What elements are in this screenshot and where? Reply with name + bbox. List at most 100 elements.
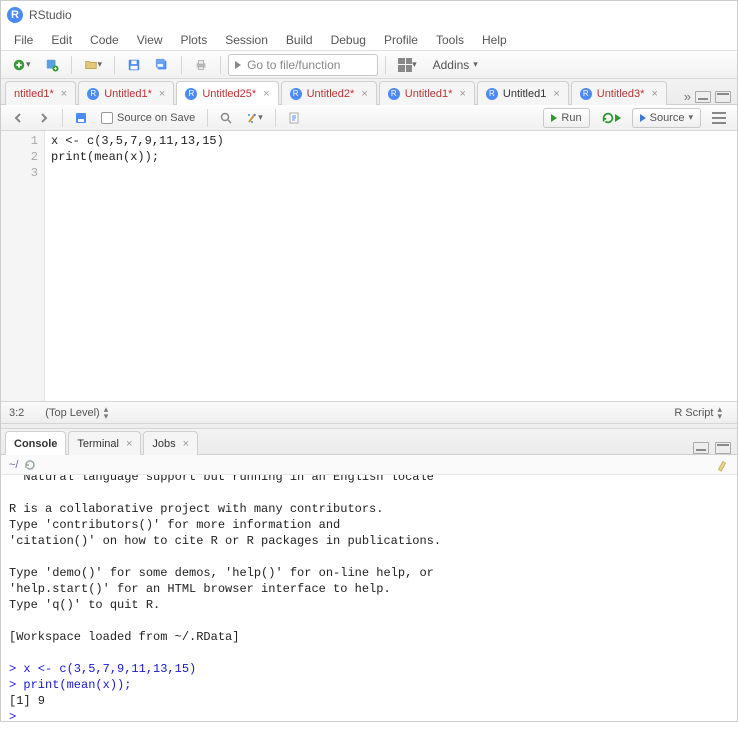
tab-label: Untitled1* bbox=[104, 88, 152, 100]
language-selector[interactable]: R Script ▴▾ bbox=[667, 402, 729, 424]
console-working-dir: ~/ bbox=[9, 459, 18, 471]
close-tab-icon[interactable]: × bbox=[263, 88, 269, 100]
rscript-file-icon: R bbox=[486, 88, 498, 100]
save-file-button[interactable] bbox=[70, 107, 92, 129]
rerun-arrow-icon bbox=[615, 114, 621, 122]
editor-toolbar: Source on Save ▾ Run Source ▾ bbox=[1, 105, 737, 131]
menu-file[interactable]: File bbox=[5, 31, 42, 49]
forward-button[interactable] bbox=[33, 107, 55, 129]
source-arrow-icon bbox=[640, 114, 646, 122]
editor-tab[interactable]: RUntitled1*× bbox=[379, 81, 475, 105]
menu-build[interactable]: Build bbox=[277, 31, 322, 49]
goto-arrow-icon bbox=[235, 61, 241, 69]
separator bbox=[71, 56, 72, 74]
run-arrow-icon bbox=[551, 114, 557, 122]
tab-label: Console bbox=[14, 438, 57, 450]
checkbox-icon bbox=[101, 112, 113, 124]
separator bbox=[207, 109, 208, 127]
tab-label: Untitled1 bbox=[503, 88, 546, 100]
window-titlebar: R RStudio bbox=[1, 1, 737, 29]
separator bbox=[385, 56, 386, 74]
bottom-tab-console[interactable]: Console bbox=[5, 431, 66, 455]
run-button[interactable]: Run bbox=[543, 108, 589, 128]
source-button[interactable]: Source ▾ bbox=[632, 108, 701, 128]
menu-edit[interactable]: Edit bbox=[42, 31, 81, 49]
new-project-button[interactable] bbox=[40, 54, 64, 76]
separator bbox=[181, 56, 182, 74]
close-tab-icon[interactable]: × bbox=[651, 88, 657, 100]
cursor-position: 3:2 bbox=[9, 407, 24, 419]
rscript-file-icon: R bbox=[87, 88, 99, 100]
menu-help[interactable]: Help bbox=[473, 31, 516, 49]
editor-tab[interactable]: R Untitled1* × bbox=[78, 81, 174, 105]
compile-report-button[interactable] bbox=[283, 107, 305, 129]
code-tools-button[interactable]: ▾ bbox=[241, 107, 268, 129]
save-all-button[interactable] bbox=[150, 54, 174, 76]
menu-tools[interactable]: Tools bbox=[427, 31, 473, 49]
close-tab-icon[interactable]: × bbox=[459, 88, 465, 100]
editor-status-bar: 3:2 (Top Level) ▴▾ R Script ▴▾ bbox=[1, 401, 737, 423]
bottom-tab-terminal[interactable]: Terminal × bbox=[68, 431, 141, 455]
new-file-button[interactable]: ▾ bbox=[7, 54, 36, 76]
main-toolbar: ▾ ▾ Go to file/function ▾ Addins ▾ bbox=[1, 51, 737, 79]
editor-tab[interactable]: R Untitled3* × bbox=[571, 81, 667, 105]
tab-label: ntitled1* bbox=[14, 88, 54, 100]
document-outline-button[interactable] bbox=[707, 107, 731, 129]
tab-overflow-icon[interactable]: » bbox=[684, 89, 691, 104]
rscript-file-icon: R bbox=[290, 88, 302, 100]
workspace-panes-button[interactable]: ▾ bbox=[393, 54, 422, 76]
bottom-tab-jobs[interactable]: Jobs × bbox=[143, 431, 198, 455]
reload-icon[interactable] bbox=[24, 459, 36, 471]
menu-session[interactable]: Session bbox=[216, 31, 277, 49]
menu-code[interactable]: Code bbox=[81, 31, 128, 49]
pane-maximize-button[interactable] bbox=[715, 91, 731, 103]
tab-label: Untitled2* bbox=[307, 88, 355, 100]
editor-tab[interactable]: R Untitled1 × bbox=[477, 81, 569, 105]
addins-dropdown[interactable]: Addins ▾ bbox=[426, 54, 485, 76]
close-tab-icon[interactable]: × bbox=[159, 88, 165, 100]
line-number-gutter: 123 bbox=[1, 131, 45, 401]
pane-maximize-button[interactable] bbox=[715, 442, 731, 454]
tab-label: Jobs bbox=[152, 438, 175, 450]
addins-label: Addins bbox=[433, 58, 470, 72]
rscript-file-icon: R bbox=[580, 88, 592, 100]
pane-minimize-button[interactable] bbox=[695, 91, 711, 103]
save-button[interactable] bbox=[122, 54, 146, 76]
close-tab-icon[interactable]: × bbox=[61, 88, 67, 100]
language-label: R Script bbox=[674, 407, 713, 419]
menu-view[interactable]: View bbox=[128, 31, 172, 49]
scope-label: (Top Level) bbox=[45, 407, 99, 419]
back-button[interactable] bbox=[7, 107, 29, 129]
menu-debug[interactable]: Debug bbox=[322, 31, 375, 49]
source-on-save-checkbox[interactable]: Source on Save bbox=[96, 107, 200, 129]
close-tab-icon[interactable]: × bbox=[126, 438, 132, 450]
menu-profile[interactable]: Profile bbox=[375, 31, 427, 49]
separator bbox=[62, 109, 63, 127]
rscript-file-icon: R bbox=[185, 88, 197, 100]
source-label: Source bbox=[650, 112, 685, 124]
tab-label: Untitled3* bbox=[597, 88, 645, 100]
print-button[interactable] bbox=[189, 54, 213, 76]
rerun-button[interactable] bbox=[596, 107, 626, 129]
goto-file-function-input[interactable]: Go to file/function bbox=[228, 54, 378, 76]
editor-tab[interactable]: R Untitled2* × bbox=[281, 81, 377, 105]
separator bbox=[114, 56, 115, 74]
clear-console-icon[interactable] bbox=[715, 458, 729, 472]
close-tab-icon[interactable]: × bbox=[553, 88, 559, 100]
close-tab-icon[interactable]: × bbox=[183, 438, 189, 450]
scope-selector[interactable]: (Top Level) ▴▾ bbox=[38, 402, 115, 424]
menu-plots[interactable]: Plots bbox=[172, 31, 217, 49]
editor-tab[interactable]: RUntitled25*× bbox=[176, 81, 278, 105]
open-file-button[interactable]: ▾ bbox=[79, 54, 108, 76]
code-editor[interactable]: 123 x <- c(3,5,7,9,11,13,15)print(mean(x… bbox=[1, 131, 737, 401]
close-tab-icon[interactable]: × bbox=[361, 88, 367, 100]
console-output[interactable]: Natural language support but running in … bbox=[1, 475, 737, 729]
separator bbox=[275, 109, 276, 127]
code-area[interactable]: x <- c(3,5,7,9,11,13,15)print(mean(x));​ bbox=[45, 131, 737, 401]
pane-minimize-button[interactable] bbox=[693, 442, 709, 454]
editor-tab[interactable]: ntitled1* × bbox=[5, 81, 76, 105]
tab-label: Terminal bbox=[77, 438, 119, 450]
run-label: Run bbox=[561, 112, 581, 124]
menu-bar: FileEditCodeViewPlotsSessionBuildDebugPr… bbox=[1, 29, 737, 51]
find-button[interactable] bbox=[215, 107, 237, 129]
